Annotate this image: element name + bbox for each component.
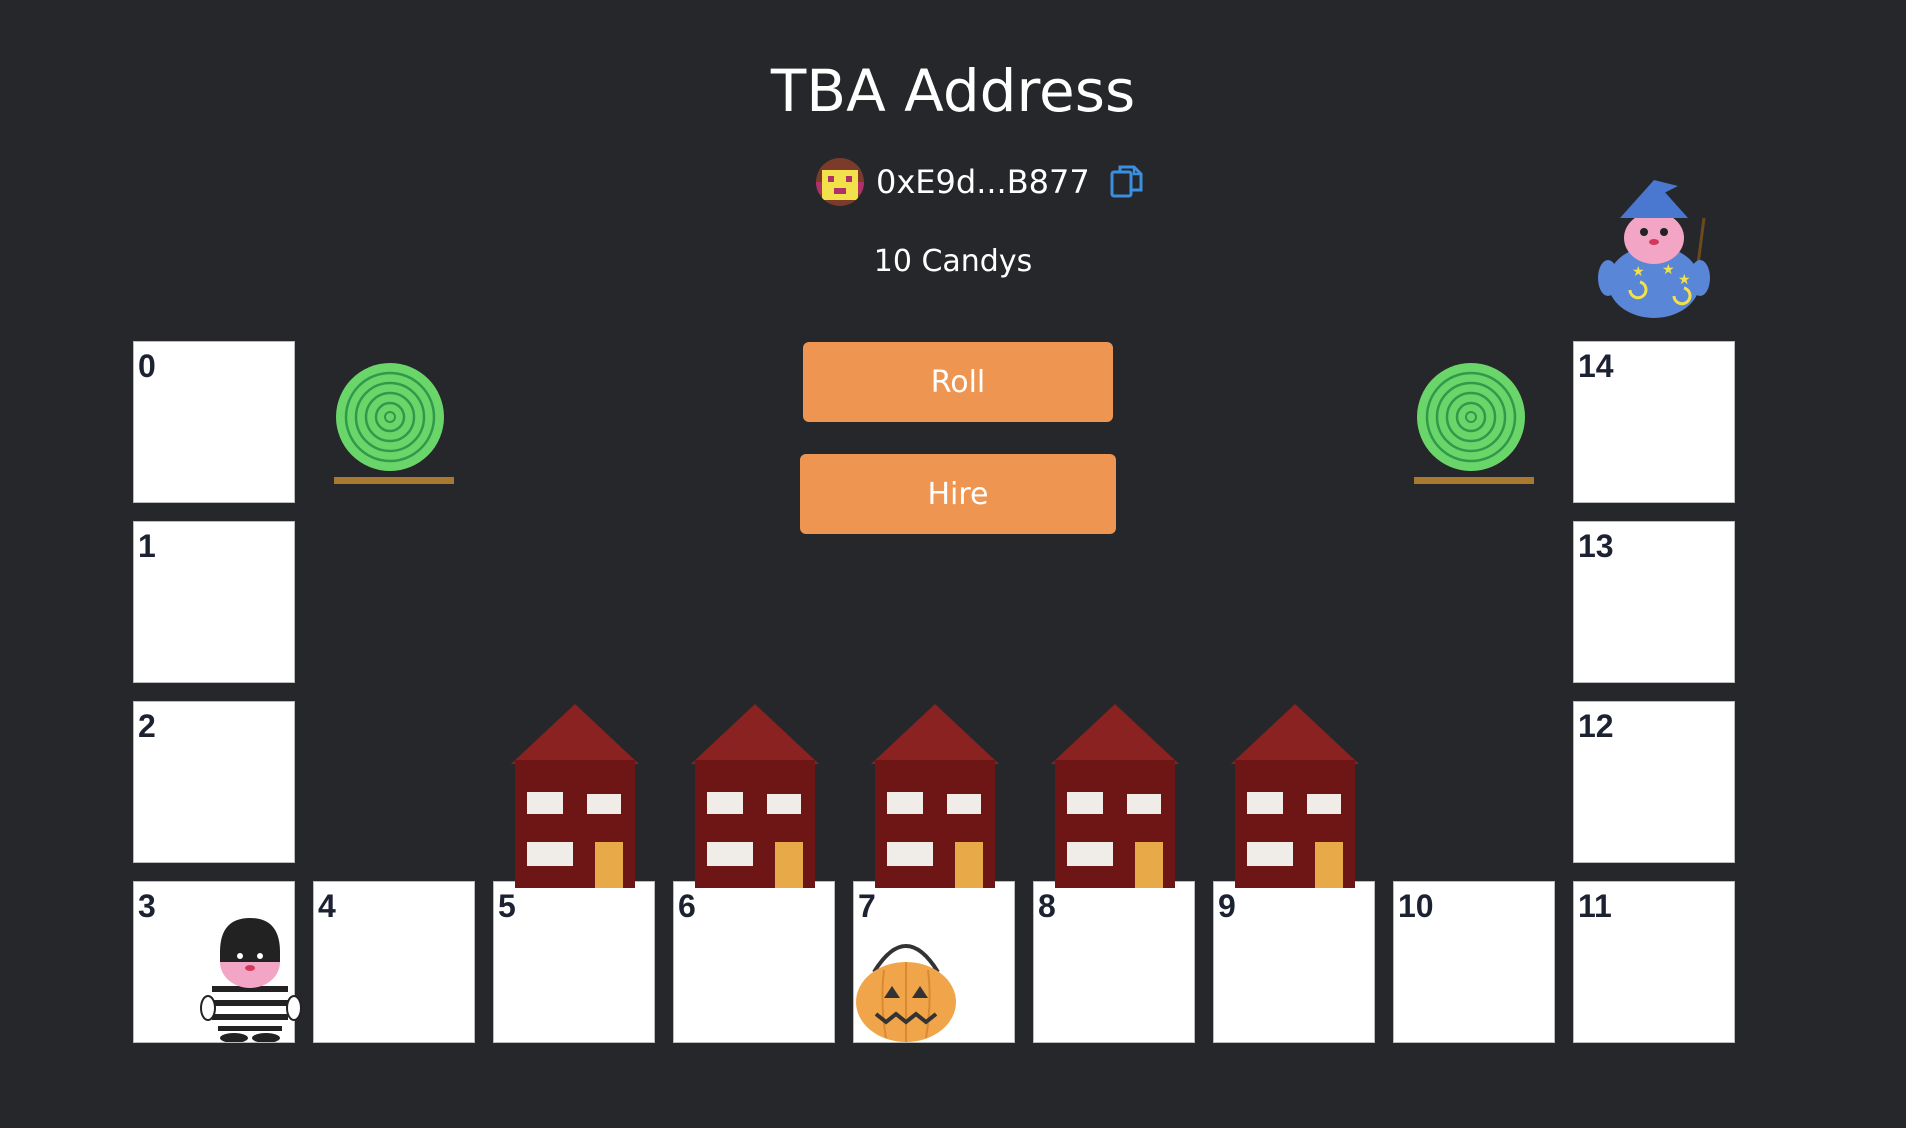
house-icon — [1231, 704, 1359, 888]
hire-button[interactable]: Hire — [800, 454, 1116, 534]
cell-number: 1 — [138, 528, 156, 564]
board-cell-5: 5 — [494, 882, 654, 1042]
board-cell-12: 12 — [1574, 702, 1734, 862]
copy-icon[interactable] — [1110, 163, 1144, 201]
cell-number: 8 — [1038, 888, 1056, 924]
house-icon — [691, 704, 819, 888]
svg-text:★: ★ — [1662, 261, 1675, 277]
board-cell-6: 6 — [674, 882, 834, 1042]
cell-number: 2 — [138, 708, 156, 744]
board-cell-8: 8 — [1034, 882, 1194, 1042]
cell-number: 14 — [1578, 348, 1614, 384]
cell-number: 11 — [1578, 888, 1612, 924]
cell-number: 10 — [1398, 888, 1434, 924]
cell-number: 9 — [1218, 888, 1236, 924]
board-cell-9: 9 — [1214, 882, 1374, 1042]
house-icon — [1051, 704, 1179, 888]
roll-button[interactable]: Roll — [803, 342, 1113, 422]
pumpkin-bucket-icon — [856, 944, 956, 1042]
portal-icon — [1414, 363, 1534, 484]
tba-address: 0xE9d...B877 — [876, 163, 1090, 201]
house-icon — [511, 704, 639, 888]
cell-number: 3 — [138, 888, 156, 924]
board-cell-14: 14 — [1574, 342, 1734, 502]
board-cell-13: 13 — [1574, 522, 1734, 682]
cell-number: 4 — [318, 888, 336, 924]
portal-icon — [334, 363, 454, 484]
svg-text:★: ★ — [1632, 263, 1645, 279]
wizard-icon: ★ ★ ★ — [1598, 180, 1710, 318]
board-cell-2: 2 — [134, 702, 294, 862]
board-cell-0: 0 — [134, 342, 294, 502]
board-cell-1: 1 — [134, 522, 294, 682]
cell-number: 5 — [498, 888, 516, 924]
svg-text:★: ★ — [1678, 271, 1691, 287]
cell-number: 13 — [1578, 528, 1614, 564]
house-icon — [871, 704, 999, 888]
address-row: 0xE9d...B877 — [816, 157, 1144, 207]
page-title: TBA Address — [770, 57, 1136, 125]
cell-number: 6 — [678, 888, 696, 924]
thief-player-icon — [200, 918, 302, 1042]
cell-number: 0 — [138, 348, 156, 384]
cell-number: 7 — [858, 888, 876, 924]
board-cell-4: 4 — [314, 882, 474, 1042]
cell-number: 12 — [1578, 708, 1614, 744]
board-cell-10: 10 — [1394, 882, 1554, 1042]
avatar — [816, 158, 864, 206]
board-cell-11: 11 — [1574, 882, 1734, 1042]
